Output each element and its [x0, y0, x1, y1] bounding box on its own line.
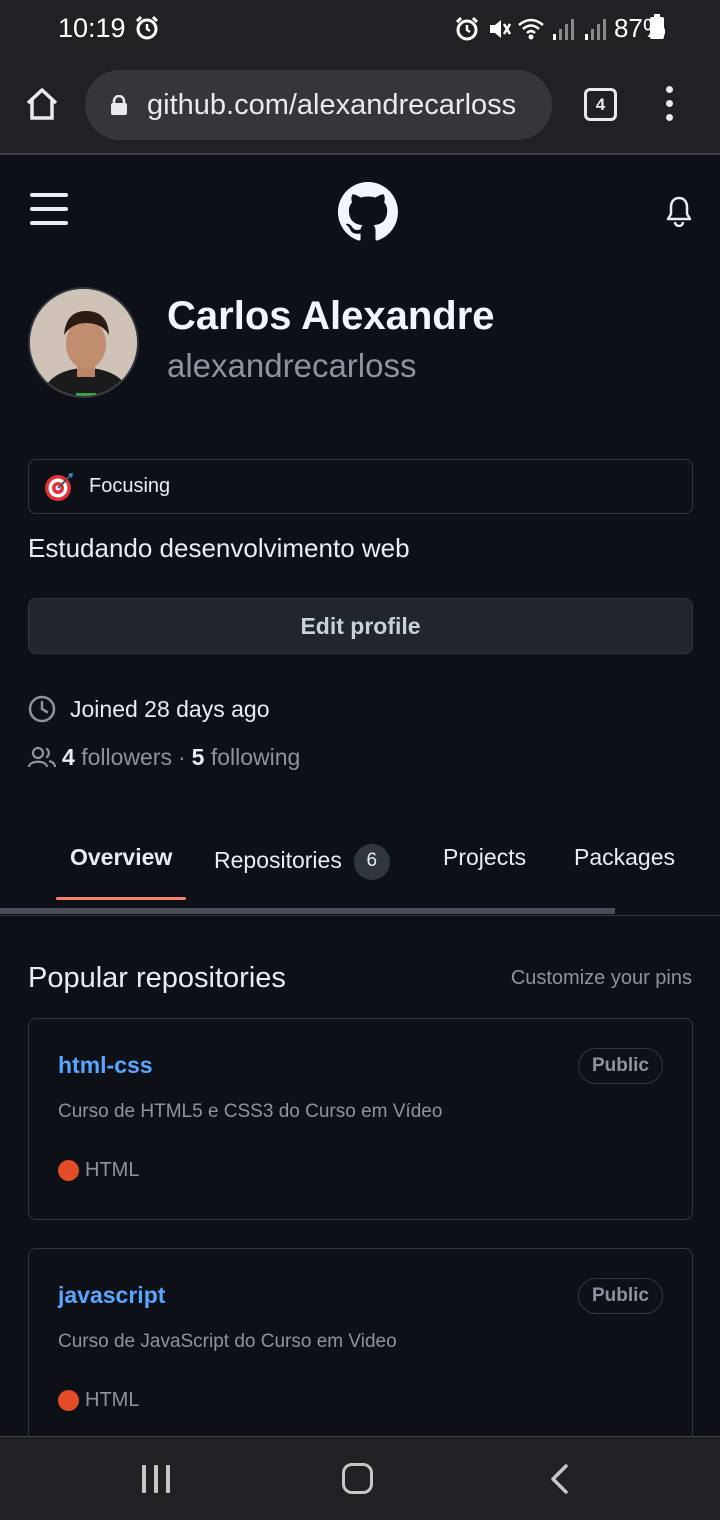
github-header: [0, 157, 720, 267]
repo-name-link[interactable]: html-css: [58, 1052, 153, 1079]
edit-profile-button[interactable]: Edit profile: [28, 598, 693, 654]
system-nav-bar: [0, 1436, 720, 1520]
joined-text: Joined 28 days ago: [70, 695, 270, 722]
tab-overview[interactable]: Overview: [70, 844, 172, 871]
tabs-scrollbar[interactable]: [0, 908, 615, 914]
home-nav-icon[interactable]: [342, 1463, 373, 1494]
repo-description: Curso de JavaScript do Curso em Video: [58, 1331, 397, 1352]
follow-stats: 4 followers · 5 following: [28, 742, 300, 772]
tab-repositories[interactable]: Repositories 6: [214, 844, 390, 880]
repo-name-link[interactable]: javascript: [58, 1282, 165, 1309]
language-name: HTML: [85, 1159, 140, 1181]
follow-separator: ·: [177, 743, 186, 770]
notification-bell-icon[interactable]: [664, 195, 694, 227]
github-logo-icon[interactable]: [338, 182, 398, 242]
home-icon[interactable]: [24, 86, 60, 122]
customize-pins-link[interactable]: Customize your pins: [511, 967, 692, 990]
profile-bio: Estudando desenvolvimento web: [28, 533, 410, 563]
followers-count: 4: [62, 743, 75, 770]
active-tab-indicator: [56, 897, 186, 900]
profile-name: Carlos Alexandre: [167, 294, 495, 338]
mute-icon: [489, 19, 512, 38]
back-icon[interactable]: [548, 1463, 570, 1495]
language-name: HTML: [85, 1389, 140, 1411]
avatar[interactable]: [28, 287, 139, 398]
tab-packages[interactable]: Packages: [574, 844, 675, 871]
status-text: Focusing: [89, 475, 171, 497]
language-color-dot: [58, 1390, 79, 1411]
clock-icon: [28, 695, 56, 723]
people-icon: [28, 746, 56, 768]
recent-apps-icon[interactable]: [142, 1465, 172, 1493]
wifi-icon: [518, 18, 544, 39]
status-icons: 87%: [454, 13, 666, 44]
signal-icon: [584, 18, 606, 40]
battery-icon: [650, 14, 664, 39]
popular-repos-title: Popular repositories: [28, 962, 286, 994]
following-link[interactable]: 5 following: [192, 744, 301, 771]
repo-card: html-css Public Curso de HTML5 e CSS3 do…: [28, 1018, 693, 1220]
user-status[interactable]: Focusing: [28, 459, 693, 514]
repo-language: HTML: [58, 1159, 139, 1182]
alarm-icon: [135, 15, 159, 40]
repositories-counter: 6: [353, 844, 390, 880]
url-text: github.com/alexandrecarloss: [147, 89, 517, 121]
alarm-icon: [455, 16, 479, 40]
followers-link[interactable]: 4 followers: [62, 744, 172, 771]
profile-tabs: Overview Repositories 6 Projects Packages: [0, 820, 720, 916]
tab-switcher-button[interactable]: 4: [584, 88, 617, 121]
repo-description: Curso de HTML5 e CSS3 do Curso em Vídeo: [58, 1101, 443, 1122]
following-label: following: [210, 743, 301, 770]
visibility-badge: Public: [577, 1048, 663, 1084]
address-bar[interactable]: github.com/alexandrecarloss: [85, 70, 552, 140]
browser-toolbar: github.com/alexandrecarloss 4: [0, 56, 720, 155]
hamburger-menu-icon[interactable]: [30, 193, 68, 225]
repo-language: HTML: [58, 1389, 139, 1412]
lock-icon: [111, 95, 127, 115]
visibility-badge: Public: [577, 1278, 663, 1314]
dart-target-icon: [45, 473, 73, 501]
more-menu-icon[interactable]: [660, 86, 680, 122]
tab-repositories-label: Repositories: [214, 847, 342, 874]
profile-username: alexandrecarloss: [167, 347, 417, 384]
signal-icon: [552, 18, 574, 40]
language-color-dot: [58, 1160, 79, 1181]
followers-label: followers: [81, 743, 172, 770]
status-time: 10:19: [58, 13, 126, 43]
avatar-photo: [30, 289, 137, 396]
following-count: 5: [191, 743, 205, 770]
tab-projects[interactable]: Projects: [443, 844, 526, 871]
status-bar: 10:19 87%: [0, 0, 720, 56]
joined-info: Joined 28 days ago: [28, 692, 270, 726]
